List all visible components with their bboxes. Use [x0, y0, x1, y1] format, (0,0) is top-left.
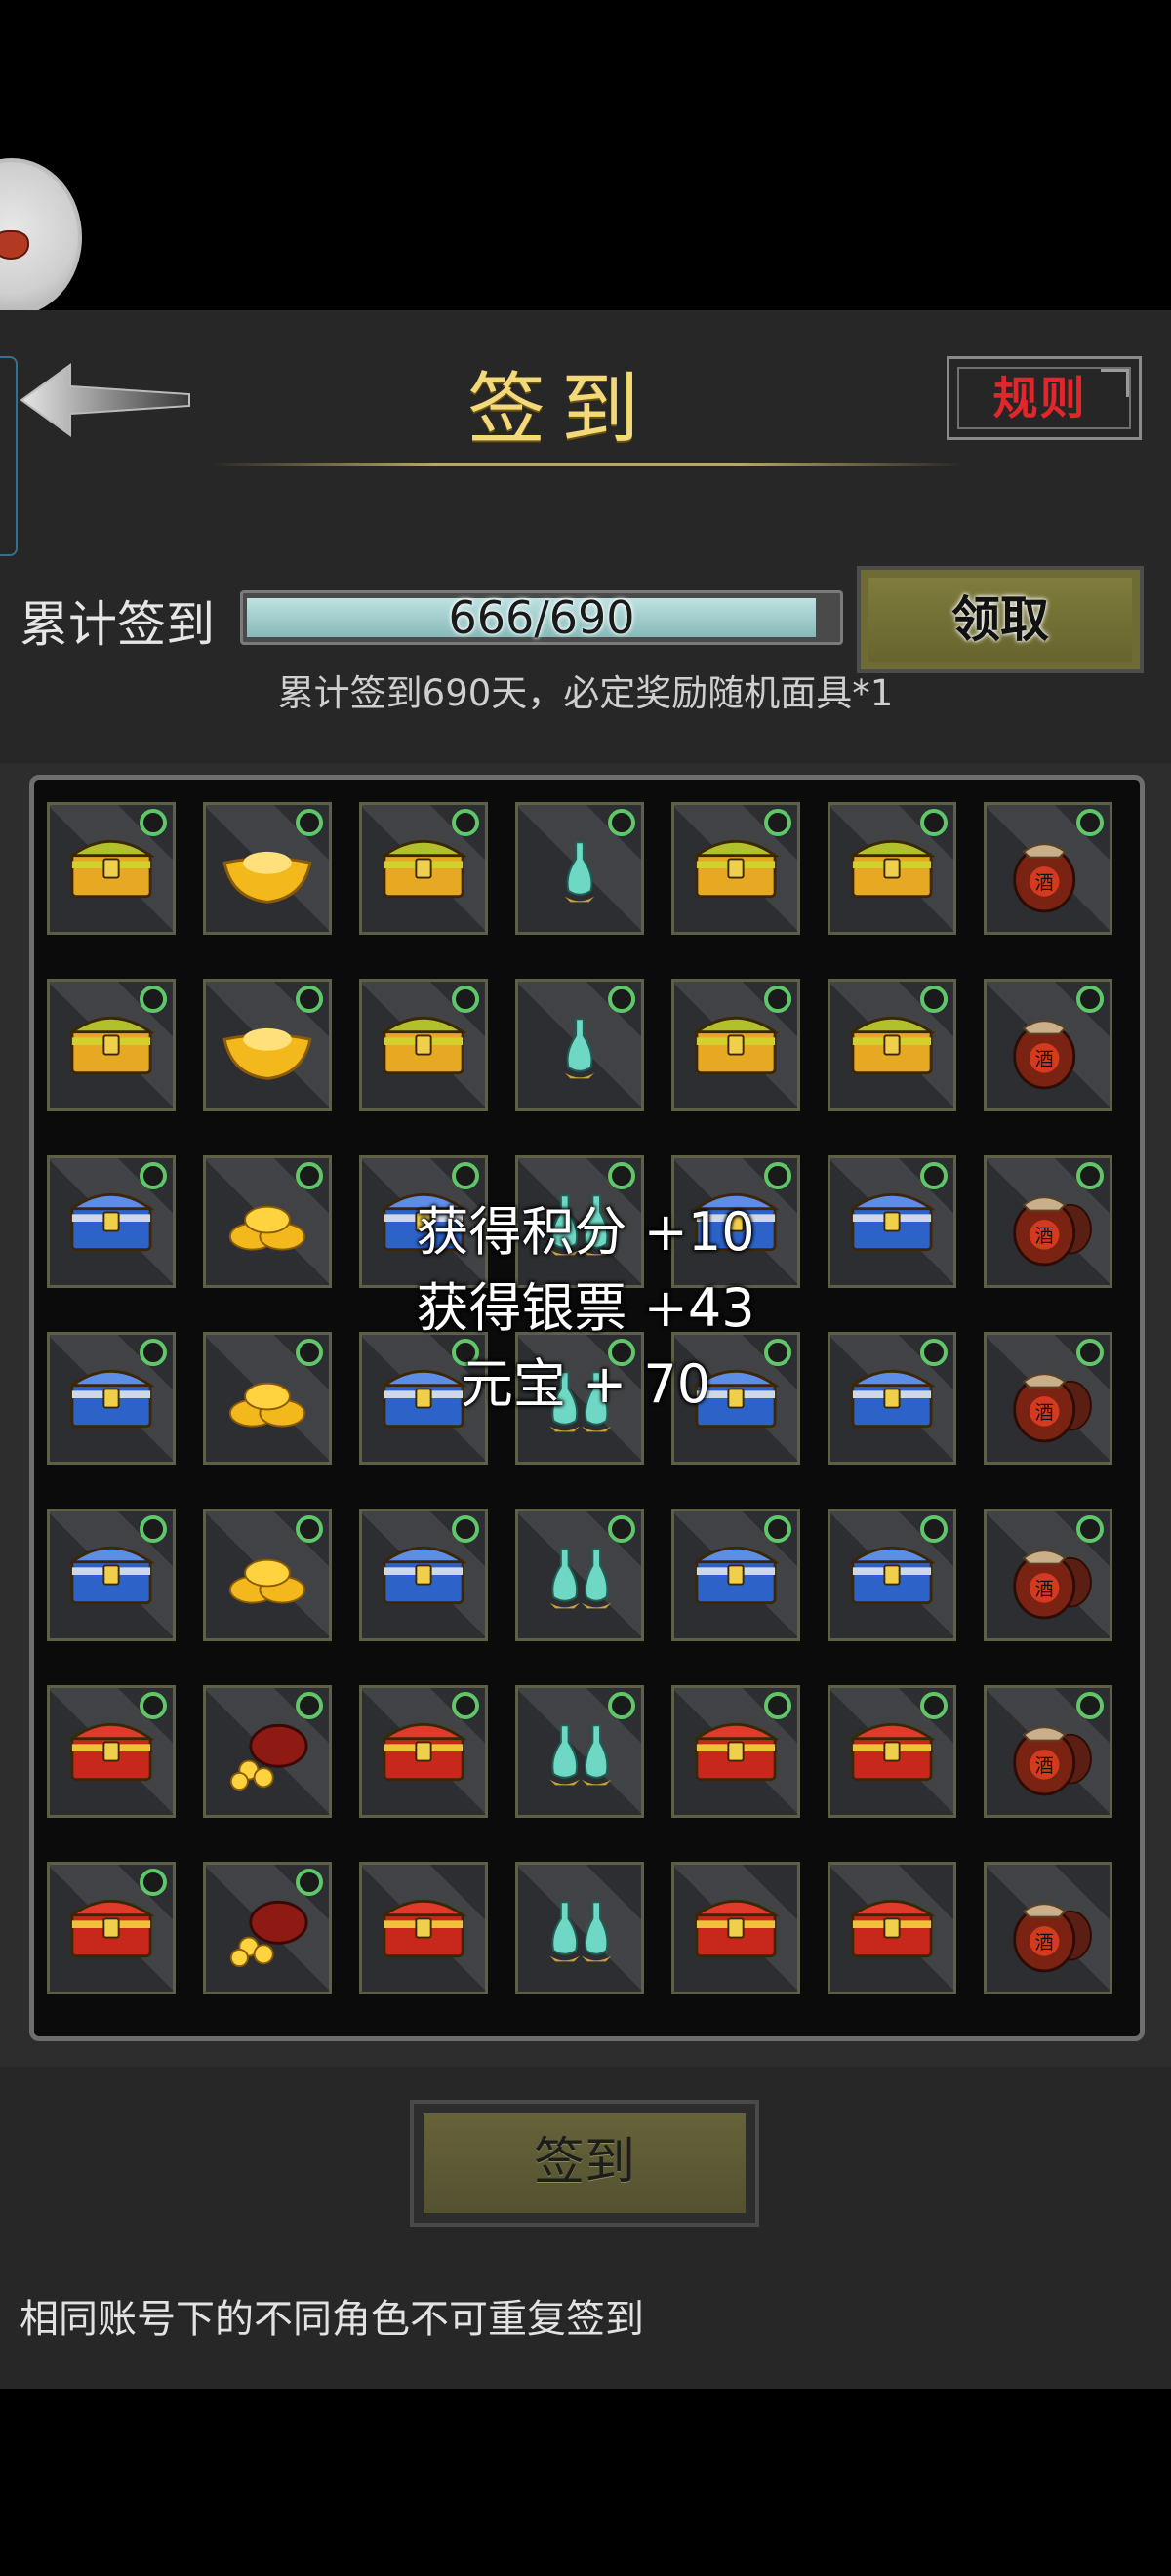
- reward-slot[interactable]: 酒: [984, 1509, 1112, 1641]
- claimed-check-icon: [296, 1515, 323, 1543]
- claim-button[interactable]: 领取: [857, 566, 1144, 673]
- claimed-check-icon: [920, 986, 948, 1013]
- reward-slot[interactable]: [671, 1509, 800, 1641]
- claimed-check-icon: [296, 1692, 323, 1719]
- claimed-check-icon: [140, 1869, 167, 1896]
- reward-slot[interactable]: [828, 1862, 956, 1994]
- reward-slot[interactable]: [47, 979, 176, 1111]
- claimed-check-icon: [920, 809, 948, 836]
- progress-text: 666/690: [448, 591, 635, 644]
- claimed-check-icon: [1076, 1692, 1104, 1719]
- claimed-check-icon: [764, 1162, 791, 1189]
- reward-slot[interactable]: [515, 1685, 644, 1818]
- svg-text:酒: 酒: [1035, 1578, 1054, 1600]
- claimed-check-icon: [296, 1162, 323, 1189]
- claimed-check-icon: [452, 1515, 479, 1543]
- reward-slot[interactable]: [359, 802, 488, 935]
- reward-slot[interactable]: 酒: [984, 1862, 1112, 1994]
- signin-label: 签到: [533, 2133, 635, 2192]
- footer-note: 相同账号下的不同角色不可重复签到: [20, 2297, 644, 2342]
- reward-slot[interactable]: 酒: [984, 1685, 1112, 1818]
- claimed-check-icon: [1076, 809, 1104, 836]
- reward-slot[interactable]: [828, 1509, 956, 1641]
- claimed-check-icon: [608, 809, 635, 836]
- claimed-check-icon: [452, 1162, 479, 1189]
- claimed-check-icon: [608, 1692, 635, 1719]
- reward-slot[interactable]: [671, 1862, 800, 1994]
- milestone-note: 累计签到690天，必定奖励随机面具*1: [277, 672, 894, 714]
- rules-label: 规则: [992, 372, 1087, 424]
- claimed-check-icon: [764, 1692, 791, 1719]
- reward-line-1: 获得积分 +10: [416, 1201, 755, 1263]
- reward-slot[interactable]: [828, 1685, 956, 1818]
- claimed-check-icon: [140, 809, 167, 836]
- reward-slot[interactable]: [515, 802, 644, 935]
- claim-label: 领取: [951, 591, 1049, 648]
- reward-line-2: 获得银票 +43: [416, 1277, 755, 1339]
- claimed-check-icon: [452, 809, 479, 836]
- claimed-check-icon: [1076, 1515, 1104, 1543]
- claimed-check-icon: [764, 1515, 791, 1543]
- reward-slot[interactable]: 酒: [984, 802, 1112, 935]
- cumulative-label: 累计签到: [20, 596, 215, 653]
- reward-slot[interactable]: [828, 979, 956, 1111]
- svg-text:酒: 酒: [1035, 1931, 1054, 1953]
- reward-line-3: 元宝 + 70: [460, 1353, 711, 1415]
- claimed-check-icon: [452, 1692, 479, 1719]
- reward-slot[interactable]: [671, 979, 800, 1111]
- bowl-icon: [0, 230, 29, 260]
- reward-slot[interactable]: [359, 1509, 488, 1641]
- reward-slot[interactable]: [47, 1862, 176, 1994]
- claimed-check-icon: [296, 986, 323, 1013]
- progress-bar: 666/690: [240, 590, 843, 645]
- claimed-check-icon: [1076, 986, 1104, 1013]
- claimed-check-icon: [920, 1162, 948, 1189]
- reward-slot[interactable]: [828, 802, 956, 935]
- claimed-check-icon: [920, 1515, 948, 1543]
- claimed-check-icon: [608, 1515, 635, 1543]
- reward-slot[interactable]: [515, 1509, 644, 1641]
- player-avatar[interactable]: [0, 158, 82, 316]
- reward-slot[interactable]: [359, 1685, 488, 1818]
- claimed-check-icon: [140, 986, 167, 1013]
- claimed-check-icon: [764, 809, 791, 836]
- title-divider: [211, 463, 962, 466]
- reward-slot[interactable]: 酒: [984, 979, 1112, 1111]
- claimed-check-icon: [140, 1515, 167, 1543]
- reward-slot[interactable]: [515, 979, 644, 1111]
- reward-slot[interactable]: [203, 979, 332, 1111]
- claimed-check-icon: [140, 1162, 167, 1189]
- reward-slot[interactable]: [47, 802, 176, 935]
- reward-slot[interactable]: [671, 802, 800, 935]
- reward-slot[interactable]: [203, 802, 332, 935]
- svg-text:酒: 酒: [1035, 871, 1054, 894]
- claimed-check-icon: [764, 986, 791, 1013]
- claimed-check-icon: [608, 1162, 635, 1189]
- reward-slot[interactable]: [671, 1685, 800, 1818]
- reward-slot[interactable]: [359, 1862, 488, 1994]
- svg-text:酒: 酒: [1035, 1754, 1054, 1777]
- claimed-check-icon: [920, 1692, 948, 1719]
- claimed-check-icon: [1076, 1162, 1104, 1189]
- claimed-check-icon: [140, 1692, 167, 1719]
- svg-text:酒: 酒: [1035, 1048, 1054, 1070]
- reward-slot[interactable]: [203, 1862, 332, 1994]
- claimed-check-icon: [608, 986, 635, 1013]
- signin-button[interactable]: 签到: [410, 2100, 759, 2227]
- reward-slot[interactable]: [47, 1509, 176, 1641]
- reward-slot[interactable]: [203, 1685, 332, 1818]
- reward-slot[interactable]: [47, 1685, 176, 1818]
- reward-slot[interactable]: [203, 1509, 332, 1641]
- rules-button[interactable]: 规则: [947, 356, 1142, 440]
- reward-slot[interactable]: [359, 979, 488, 1111]
- reward-slot[interactable]: [515, 1862, 644, 1994]
- claimed-check-icon: [296, 809, 323, 836]
- claimed-check-icon: [452, 986, 479, 1013]
- claimed-check-icon: [296, 1869, 323, 1896]
